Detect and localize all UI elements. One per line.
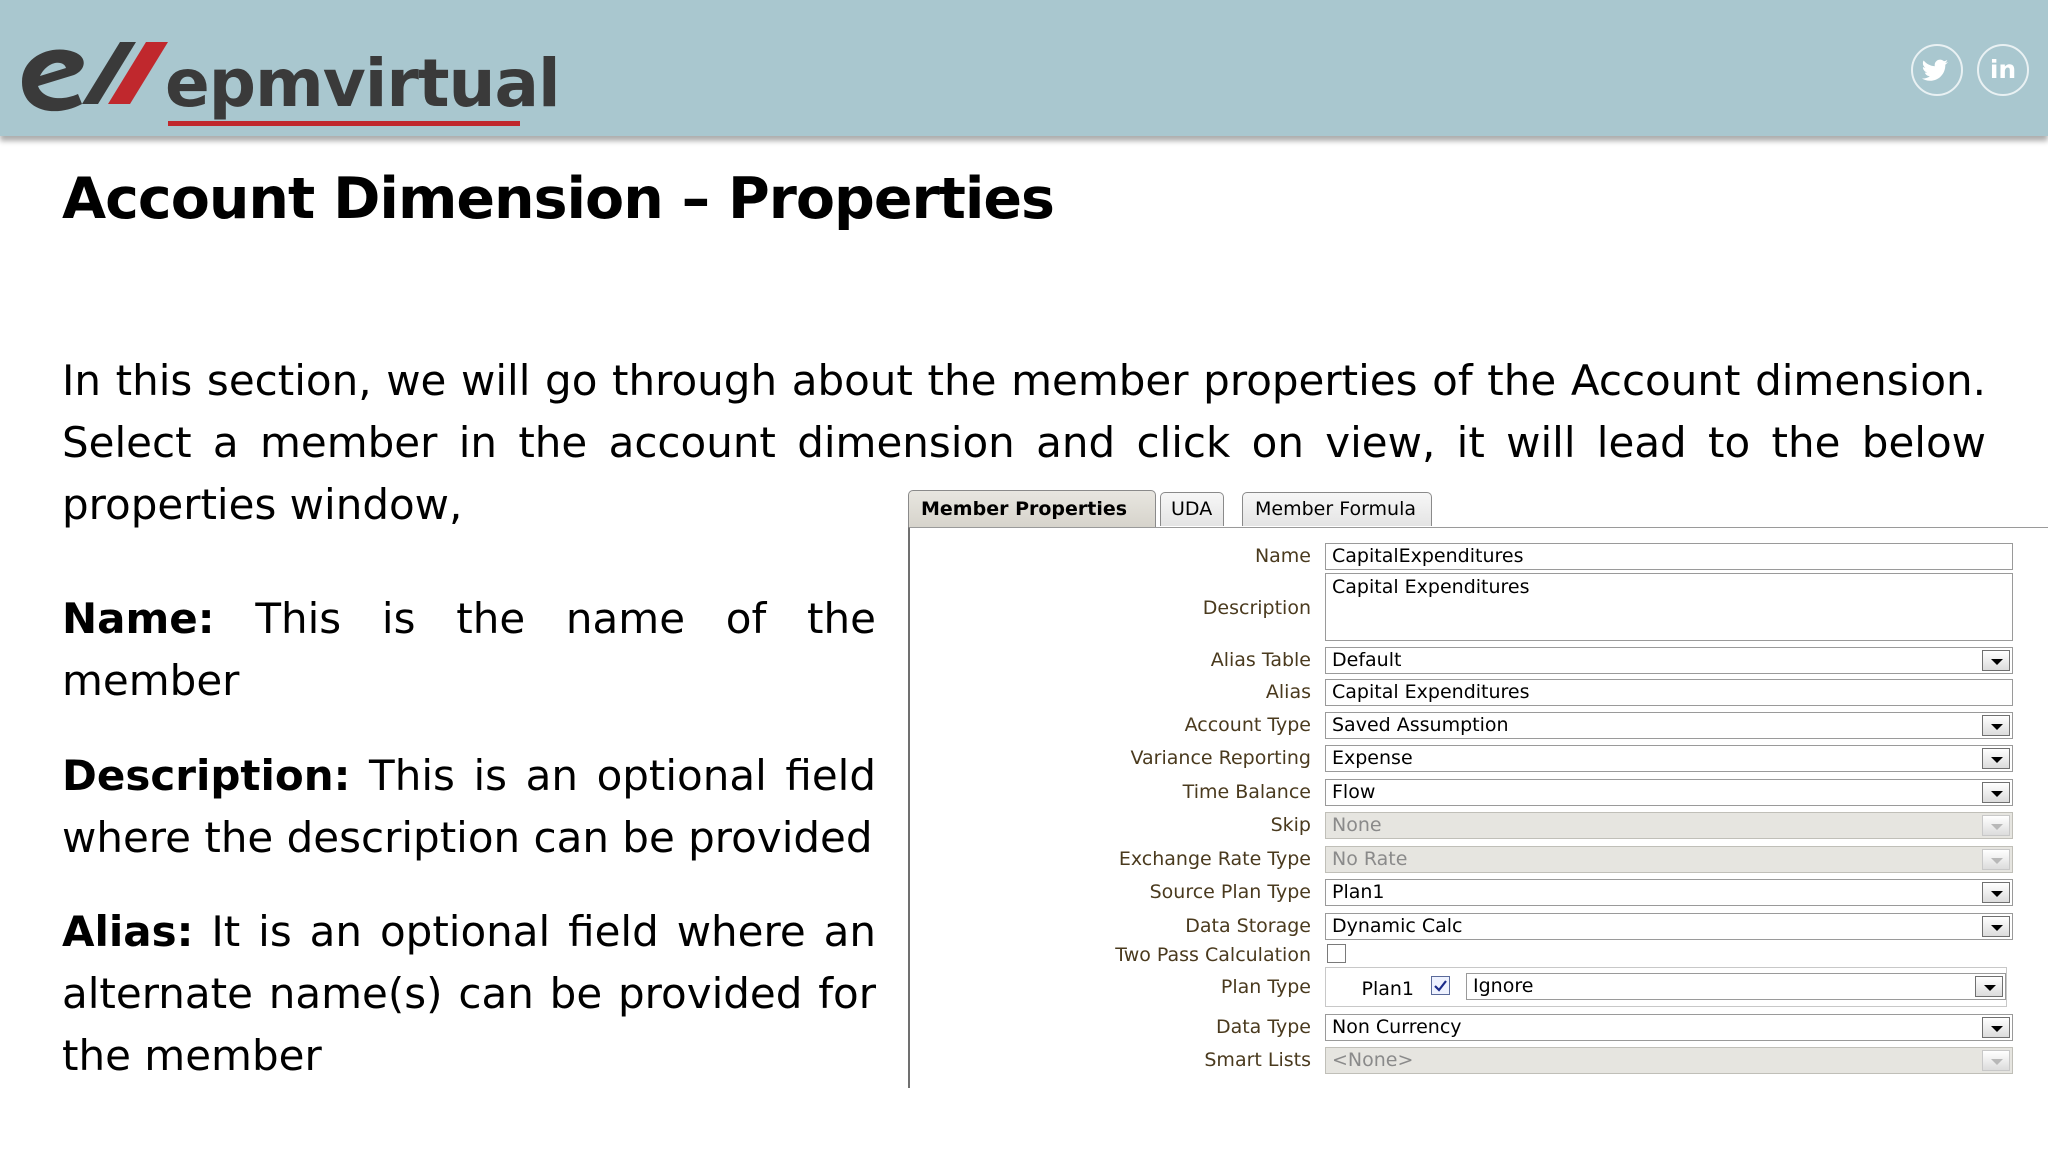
exchange-rate-type-select: No Rate (1325, 846, 2013, 873)
chevron-down-icon[interactable] (1982, 715, 2010, 736)
point-term: Alias: (62, 907, 194, 956)
skip-value: None (1332, 814, 1382, 836)
linkedin-button[interactable]: in (1977, 44, 2029, 96)
tab-member-properties[interactable]: Member Properties (908, 490, 1156, 528)
header-banner: epmvirtual in (0, 0, 2048, 136)
label-smart-lists: Smart Lists (1204, 1049, 1311, 1071)
point-term: Description: (62, 751, 351, 800)
label-skip: Skip (1270, 814, 1311, 836)
plan-type-plan-label: Plan1 (1361, 978, 1414, 1000)
label-plan-type: Plan Type (1220, 976, 1311, 998)
chevron-down-icon[interactable] (1982, 748, 2010, 769)
source-plan-type-value: Plan1 (1332, 881, 1385, 903)
time-balance-select[interactable]: Flow (1325, 779, 2013, 806)
alias-table-select[interactable]: Default (1325, 647, 2013, 674)
label-source-plan-type: Source Plan Type (1149, 881, 1311, 903)
point-name: Name: This is the name of the member (62, 588, 876, 712)
tab-uda[interactable]: UDA (1160, 492, 1224, 526)
point-description: Description: This is an optional field w… (62, 745, 876, 869)
tab-member-formula[interactable]: Member Formula (1242, 492, 1432, 526)
aggregation-value: Ignore (1473, 975, 1534, 997)
twitter-icon (1921, 59, 1948, 81)
variance-reporting-select[interactable]: Expense (1325, 745, 2013, 772)
twitter-button[interactable] (1911, 44, 1963, 96)
chevron-down-icon[interactable] (1982, 916, 2010, 937)
two-pass-calculation-checkbox[interactable] (1327, 944, 1346, 963)
chevron-down-icon[interactable] (1975, 976, 2003, 997)
label-exchange-rate-type: Exchange Rate Type (1118, 848, 1311, 870)
data-storage-select[interactable]: Dynamic Calc (1325, 913, 2013, 940)
time-balance-value: Flow (1332, 781, 1376, 803)
chevron-down-icon (1982, 815, 2010, 836)
label-alias-table: Alias Table (1210, 649, 1311, 671)
chevron-down-icon[interactable] (1982, 650, 2010, 671)
chevron-down-icon (1982, 1050, 2010, 1071)
label-variance-reporting: Variance Reporting (1130, 747, 1311, 769)
account-type-value: Saved Assumption (1332, 714, 1509, 736)
logo-text: epmvirtual (165, 45, 561, 122)
aggregation-select[interactable]: Ignore (1466, 973, 2006, 1000)
label-time-balance: Time Balance (1182, 781, 1311, 803)
name-input[interactable]: CapitalExpenditures (1325, 543, 2013, 570)
description-textarea[interactable]: Capital Expenditures (1325, 573, 2013, 641)
logo-underline (168, 121, 520, 126)
label-alias: Alias (1265, 681, 1311, 703)
account-type-select[interactable]: Saved Assumption (1325, 712, 2013, 739)
exchange-rate-type-value: No Rate (1332, 848, 1408, 870)
label-two-pass-calculation: Two Pass Calculation (1115, 944, 1311, 966)
point-term: Name: (62, 594, 215, 643)
logo-mark-icon (22, 42, 168, 112)
label-description: Description (1202, 597, 1311, 619)
chevron-down-icon[interactable] (1982, 882, 2010, 903)
data-type-select[interactable]: Non Currency (1325, 1014, 2013, 1041)
slide-title: Account Dimension – Properties (62, 166, 1055, 232)
smart-lists-select: <None> (1325, 1047, 2013, 1074)
label-data-storage: Data Storage (1185, 915, 1311, 937)
point-alias: Alias: It is an optional field where an … (62, 901, 876, 1087)
chevron-down-icon (1982, 849, 2010, 870)
chevron-down-icon[interactable] (1982, 782, 2010, 803)
chevron-down-icon[interactable] (1982, 1017, 2010, 1038)
plan1-checkbox[interactable] (1431, 976, 1450, 995)
linkedin-icon: in (1989, 55, 2017, 84)
alias-table-value: Default (1332, 649, 1402, 671)
alias-input[interactable]: Capital Expenditures (1325, 679, 2013, 706)
variance-reporting-value: Expense (1332, 747, 1413, 769)
skip-select: None (1325, 812, 2013, 839)
label-account-type: Account Type (1184, 714, 1311, 736)
source-plan-type-select[interactable]: Plan1 (1325, 879, 2013, 906)
data-type-value: Non Currency (1332, 1016, 1462, 1038)
smart-lists-value: <None> (1332, 1049, 1414, 1071)
label-name: Name (1254, 545, 1311, 567)
label-data-type: Data Type (1215, 1016, 1311, 1038)
check-icon (1434, 980, 1447, 992)
data-storage-value: Dynamic Calc (1332, 915, 1463, 937)
epmvirtual-logo: epmvirtual (8, 30, 561, 126)
tab-bar: Member Formula UDA Member Properties (908, 490, 2048, 528)
